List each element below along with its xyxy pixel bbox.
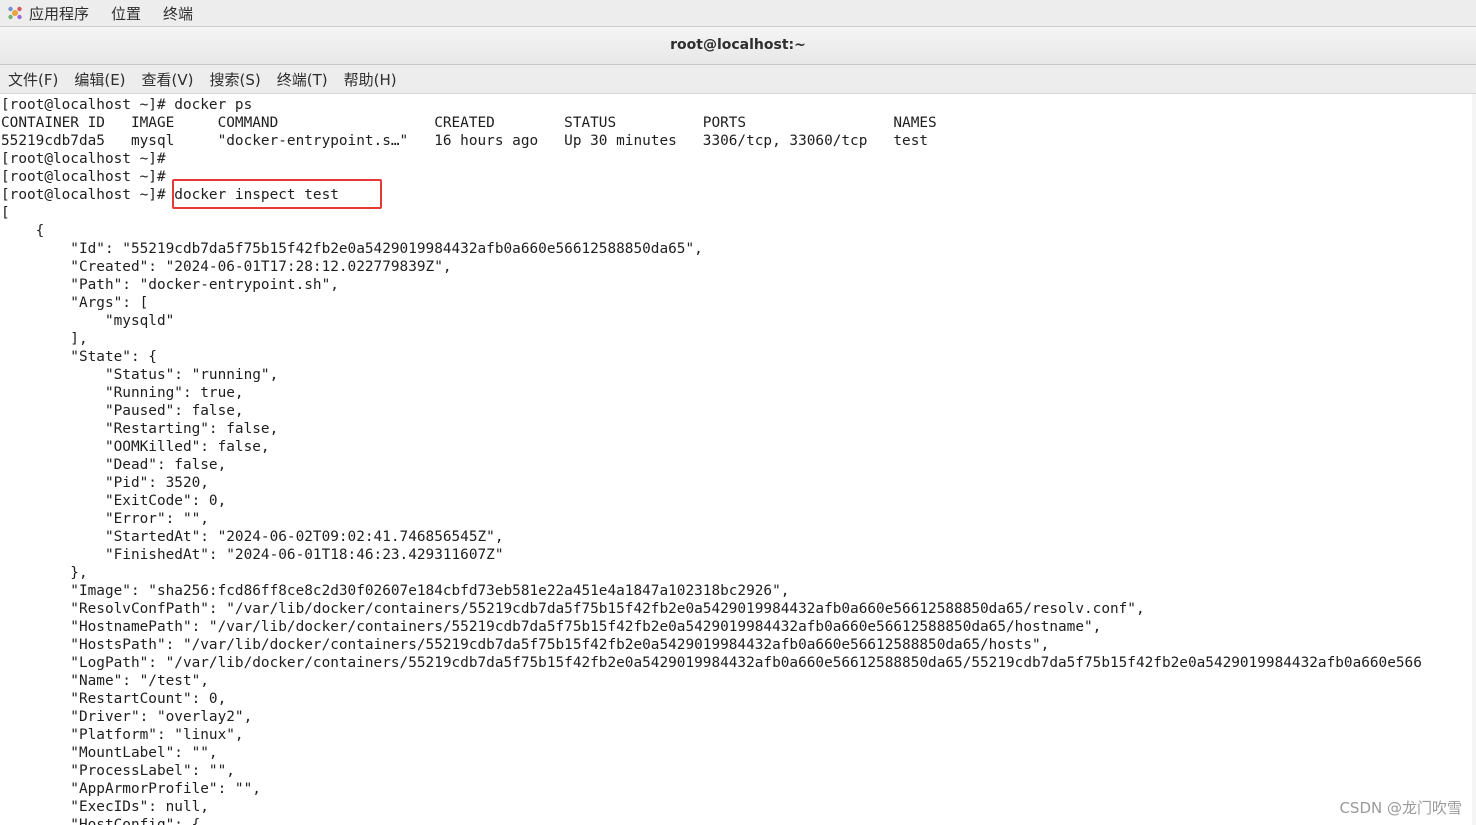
menu-help[interactable]: 帮助(H) xyxy=(336,69,405,90)
menu-terminal-app[interactable]: 终端 xyxy=(163,3,193,24)
terminal-line: "FinishedAt": "2024-06-01T18:46:23.42931… xyxy=(1,547,504,563)
terminal-line: }, xyxy=(1,565,88,581)
terminal-line: "ProcessLabel": "", xyxy=(1,763,235,779)
terminal-line: "ExitCode": 0, xyxy=(1,493,227,509)
terminal-line: "State": { xyxy=(1,349,157,365)
terminal-line: [root@localhost ~]# docker ps xyxy=(1,97,253,113)
terminal-line: "HostConfig": { xyxy=(1,817,201,825)
terminal-line: "Name": "/test", xyxy=(1,673,209,689)
terminal-line: 55219cdb7da5 mysql "docker-entrypoint.s…… xyxy=(1,133,929,149)
menu-search[interactable]: 搜索(S) xyxy=(202,69,269,90)
terminal-line: "Restarting": false, xyxy=(1,421,279,437)
terminal-line: "Dead": false, xyxy=(1,457,227,473)
terminal-line: "ResolvConfPath": "/var/lib/docker/conta… xyxy=(1,601,1145,617)
terminal-line: "Created": "2024-06-01T17:28:12.02277983… xyxy=(1,259,452,275)
terminal-line: "RestartCount": 0, xyxy=(1,691,227,707)
terminal-line: "Path": "docker-entrypoint.sh", xyxy=(1,277,339,293)
menu-places[interactable]: 位置 xyxy=(111,3,141,24)
window-title: root@localhost:~ xyxy=(670,37,806,53)
terminal-line: "HostsPath": "/var/lib/docker/containers… xyxy=(1,637,1050,653)
window-titlebar[interactable]: root@localhost:~ xyxy=(0,27,1476,65)
menu-edit[interactable]: 编辑(E) xyxy=(66,69,133,90)
menu-applications[interactable]: 应用程序 xyxy=(29,3,89,24)
terminal-line: "Error": "", xyxy=(1,511,209,527)
terminal-line: "Id": "55219cdb7da5f75b15f42fb2e0a542901… xyxy=(1,241,703,257)
terminal-line: ], xyxy=(1,331,88,347)
terminal-line: "Driver": "overlay2", xyxy=(1,709,253,725)
terminal-line: CONTAINER ID IMAGE COMMAND CREATED STATU… xyxy=(1,115,937,131)
menu-file[interactable]: 文件(F) xyxy=(0,69,66,90)
applications-icon[interactable] xyxy=(7,5,23,21)
terminal-line: "StartedAt": "2024-06-02T09:02:41.746856… xyxy=(1,529,504,545)
terminal-line: "Paused": false, xyxy=(1,403,244,419)
terminal-line: "mysqld" xyxy=(1,313,175,329)
menu-terminal[interactable]: 终端(T) xyxy=(269,69,336,90)
terminal-line: "Status": "running", xyxy=(1,367,279,383)
menu-view[interactable]: 查看(V) xyxy=(134,69,202,90)
terminal-line: "HostnamePath": "/var/lib/docker/contain… xyxy=(1,619,1102,635)
terminal-line: "LogPath": "/var/lib/docker/containers/5… xyxy=(1,655,1422,671)
terminal-line: "Platform": "linux", xyxy=(1,727,244,743)
terminal-line: "Pid": 3520, xyxy=(1,475,209,491)
csdn-watermark: CSDN @龙门吹雪 xyxy=(1339,799,1462,817)
terminal-line: "MountLabel": "", xyxy=(1,745,218,761)
terminal-line: "ExecIDs": null, xyxy=(1,799,209,815)
terminal-line: "Args": [ xyxy=(1,295,149,311)
terminal-line: "Running": true, xyxy=(1,385,244,401)
terminal-line: [ xyxy=(1,205,10,221)
command-highlight-box xyxy=(172,179,382,209)
gnome-top-bar: 应用程序 位置 终端 xyxy=(0,0,1476,27)
terminal-scrollbar[interactable] xyxy=(1472,94,1476,825)
terminal-line: [root@localhost ~]# xyxy=(1,151,166,167)
terminal-line: "AppArmorProfile": "", xyxy=(1,781,261,797)
terminal-line: "OOMKilled": false, xyxy=(1,439,270,455)
terminal-line: { xyxy=(1,223,45,239)
terminal-line: [root@localhost ~]# xyxy=(1,169,166,185)
terminal-menubar: 文件(F) 编辑(E) 查看(V) 搜索(S) 终端(T) 帮助(H) xyxy=(0,65,1476,94)
terminal-line: "Image": "sha256:fcd86ff8ce8c2d30f02607e… xyxy=(1,583,790,599)
